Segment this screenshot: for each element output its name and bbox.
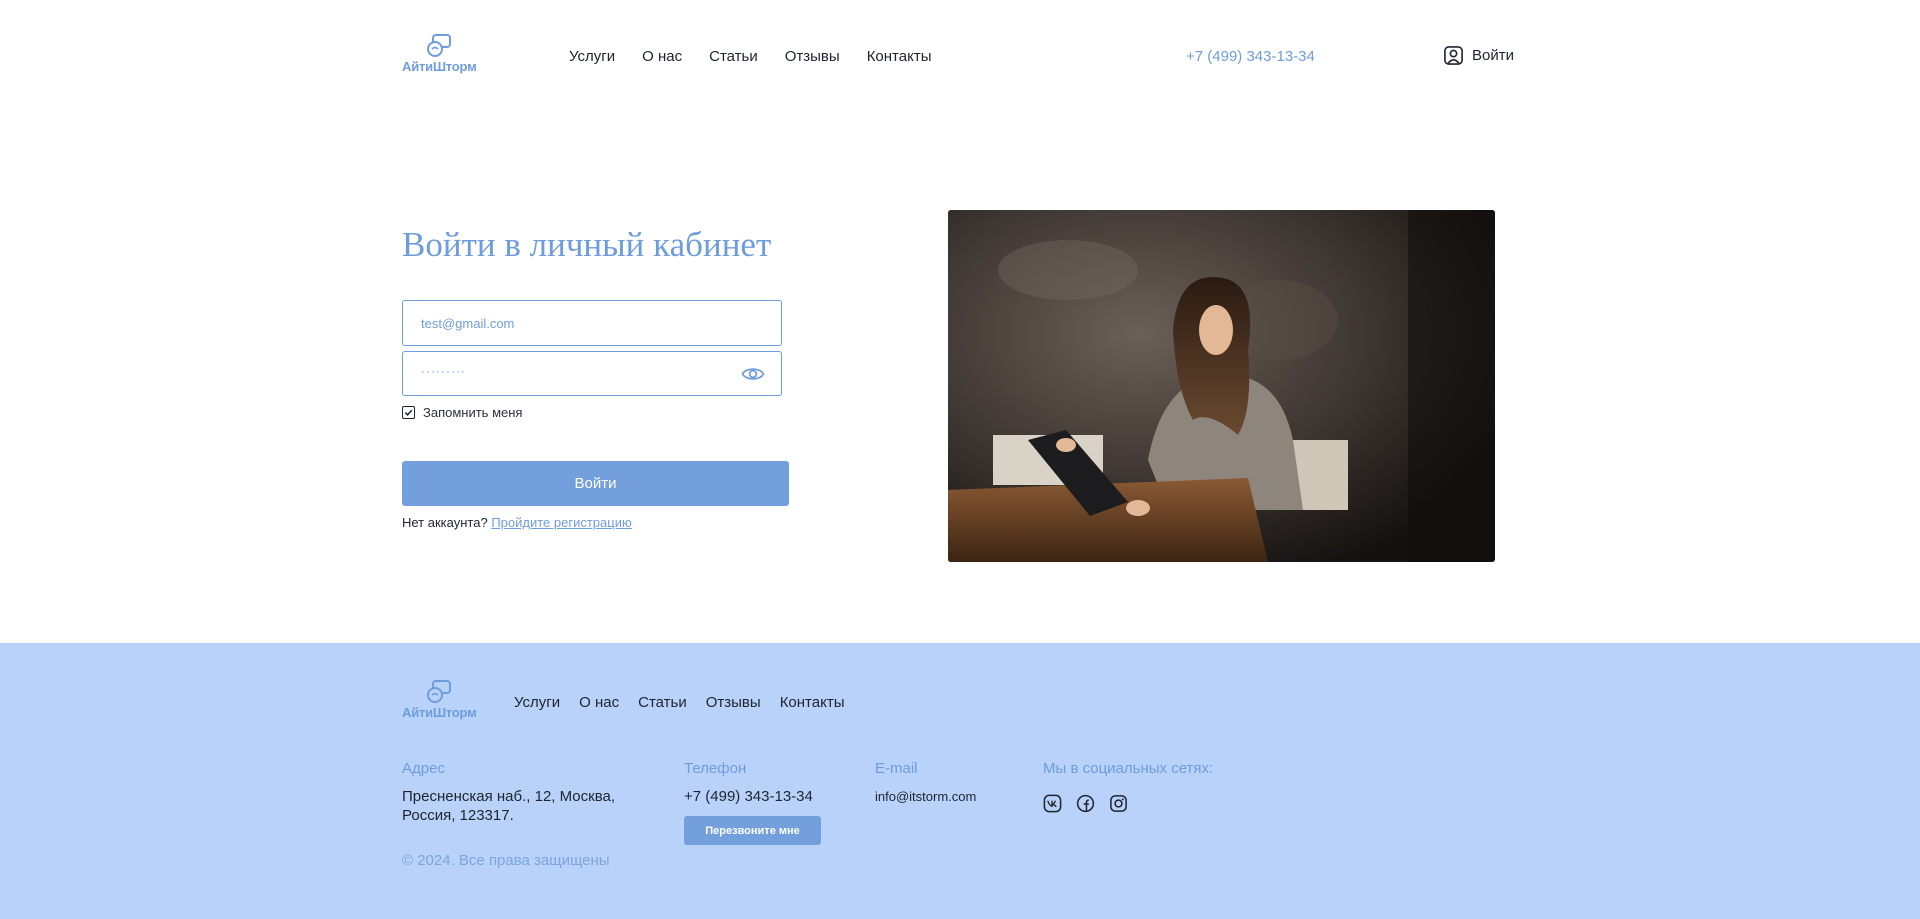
address-line-2: Россия, 123317. [402,807,514,824]
footer-nav-contacts[interactable]: Контакты [780,693,845,713]
logo-icon [427,34,452,57]
nav-item-contacts[interactable]: Контакты [867,47,932,67]
phone-title: Телефон [684,760,747,777]
header-login-button[interactable]: Войти [1443,45,1514,66]
vk-link[interactable] [1043,794,1062,813]
nav-item-services[interactable]: Услуги [569,47,615,67]
check-icon [404,409,413,416]
password-value: ········· [421,363,466,378]
nav-item-reviews[interactable]: Отзывы [785,47,840,67]
instagram-link[interactable] [1109,794,1128,813]
footer-nav-articles[interactable]: Статьи [638,693,687,713]
remember-me[interactable]: Запомнить меня [402,405,522,420]
hero-photo [948,210,1495,562]
site-header: АйтиШторм Услуги О нас Статьи Отзывы Кон… [0,0,1920,115]
logo-text: АйтиШторм [402,59,477,74]
header-login-label: Войти [1472,46,1514,64]
footer-nav-reviews[interactable]: Отзывы [706,693,761,713]
facebook-link[interactable] [1076,794,1095,813]
footer-email-link[interactable]: info@itstorm.com [875,787,976,806]
footer-logo[interactable]: АйтиШторм [402,680,477,720]
socials-title: Мы в социальных сетях: [1043,760,1214,777]
header-phone-link[interactable]: +7 (499) 343-13-34 [1186,47,1315,67]
nav-item-about[interactable]: О нас [642,47,682,67]
eye-icon [741,367,765,380]
footer-phone-link[interactable]: +7 (499) 343-13-34 [684,787,813,806]
callback-button[interactable]: Перезвоните мне [684,816,821,845]
woman-with-tablet-image [948,210,1495,562]
login-submit-button[interactable]: Войти [402,461,789,506]
footer-nav-services[interactable]: Услуги [514,693,560,713]
email-title: E-mail [875,760,918,777]
email-field[interactable]: test@gmail.com [402,300,782,346]
address-title: Адрес [402,760,445,777]
facebook-icon [1076,794,1095,813]
password-field[interactable]: ········· [402,351,782,396]
signup-link[interactable]: Пройдите регистрацию [491,515,631,530]
show-password-button[interactable] [741,362,765,386]
address-text: Пресненская наб., 12, Москва, Россия, 12… [402,787,615,825]
address-line-1: Пресненская наб., 12, Москва, [402,788,616,805]
logo[interactable]: АйтиШторм [402,34,477,74]
remember-label: Запомнить меня [423,405,523,420]
user-icon [1444,46,1463,65]
page-title: Войти в личный кабинет [402,225,772,264]
footer-nav: Услуги О нас Статьи Отзывы Контакты [514,693,844,713]
copyright: © 2024. Все права защищены [402,852,610,869]
vk-icon [1043,794,1062,813]
site-footer: АйтиШторм Услуги О нас Статьи Отзывы Кон… [0,643,1920,919]
logo-icon [427,680,452,703]
main-nav: Услуги О нас Статьи Отзывы Контакты [569,47,931,67]
nav-item-articles[interactable]: Статьи [709,47,758,67]
email-value: test@gmail.com [421,315,515,331]
instagram-icon [1110,795,1127,812]
social-links [1043,794,1128,813]
no-account-text: Нет аккаунта? [402,515,488,530]
footer-logo-text: АйтиШторм [402,705,477,720]
footer-nav-about[interactable]: О нас [579,693,619,713]
remember-checkbox[interactable] [402,406,415,419]
signup-prompt: Нет аккаунта? Пройдите регистрацию [402,515,632,531]
